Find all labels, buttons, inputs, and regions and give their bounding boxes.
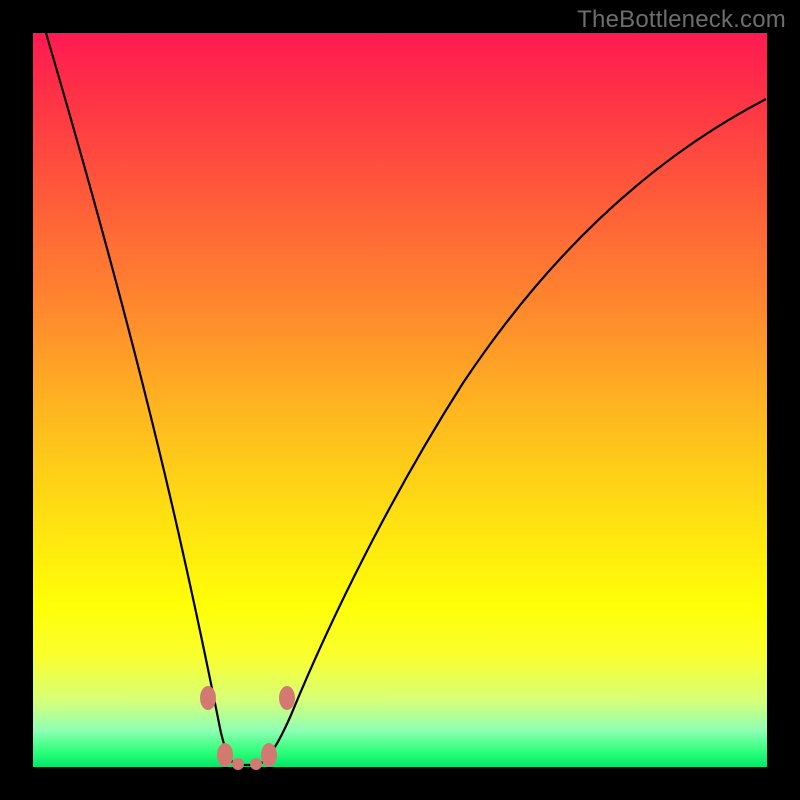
curve-bead bbox=[261, 743, 277, 767]
bottleneck-curve bbox=[46, 33, 766, 765]
curve-bead bbox=[279, 686, 295, 710]
chart-frame: TheBottleneck.com bbox=[0, 0, 800, 800]
curve-bead bbox=[217, 743, 233, 767]
plot-area bbox=[33, 33, 767, 767]
curve-layer bbox=[33, 33, 767, 767]
watermark-text: TheBottleneck.com bbox=[577, 6, 786, 34]
curve-bead bbox=[250, 758, 262, 770]
curve-bead bbox=[200, 686, 216, 710]
curve-bead bbox=[232, 758, 244, 770]
